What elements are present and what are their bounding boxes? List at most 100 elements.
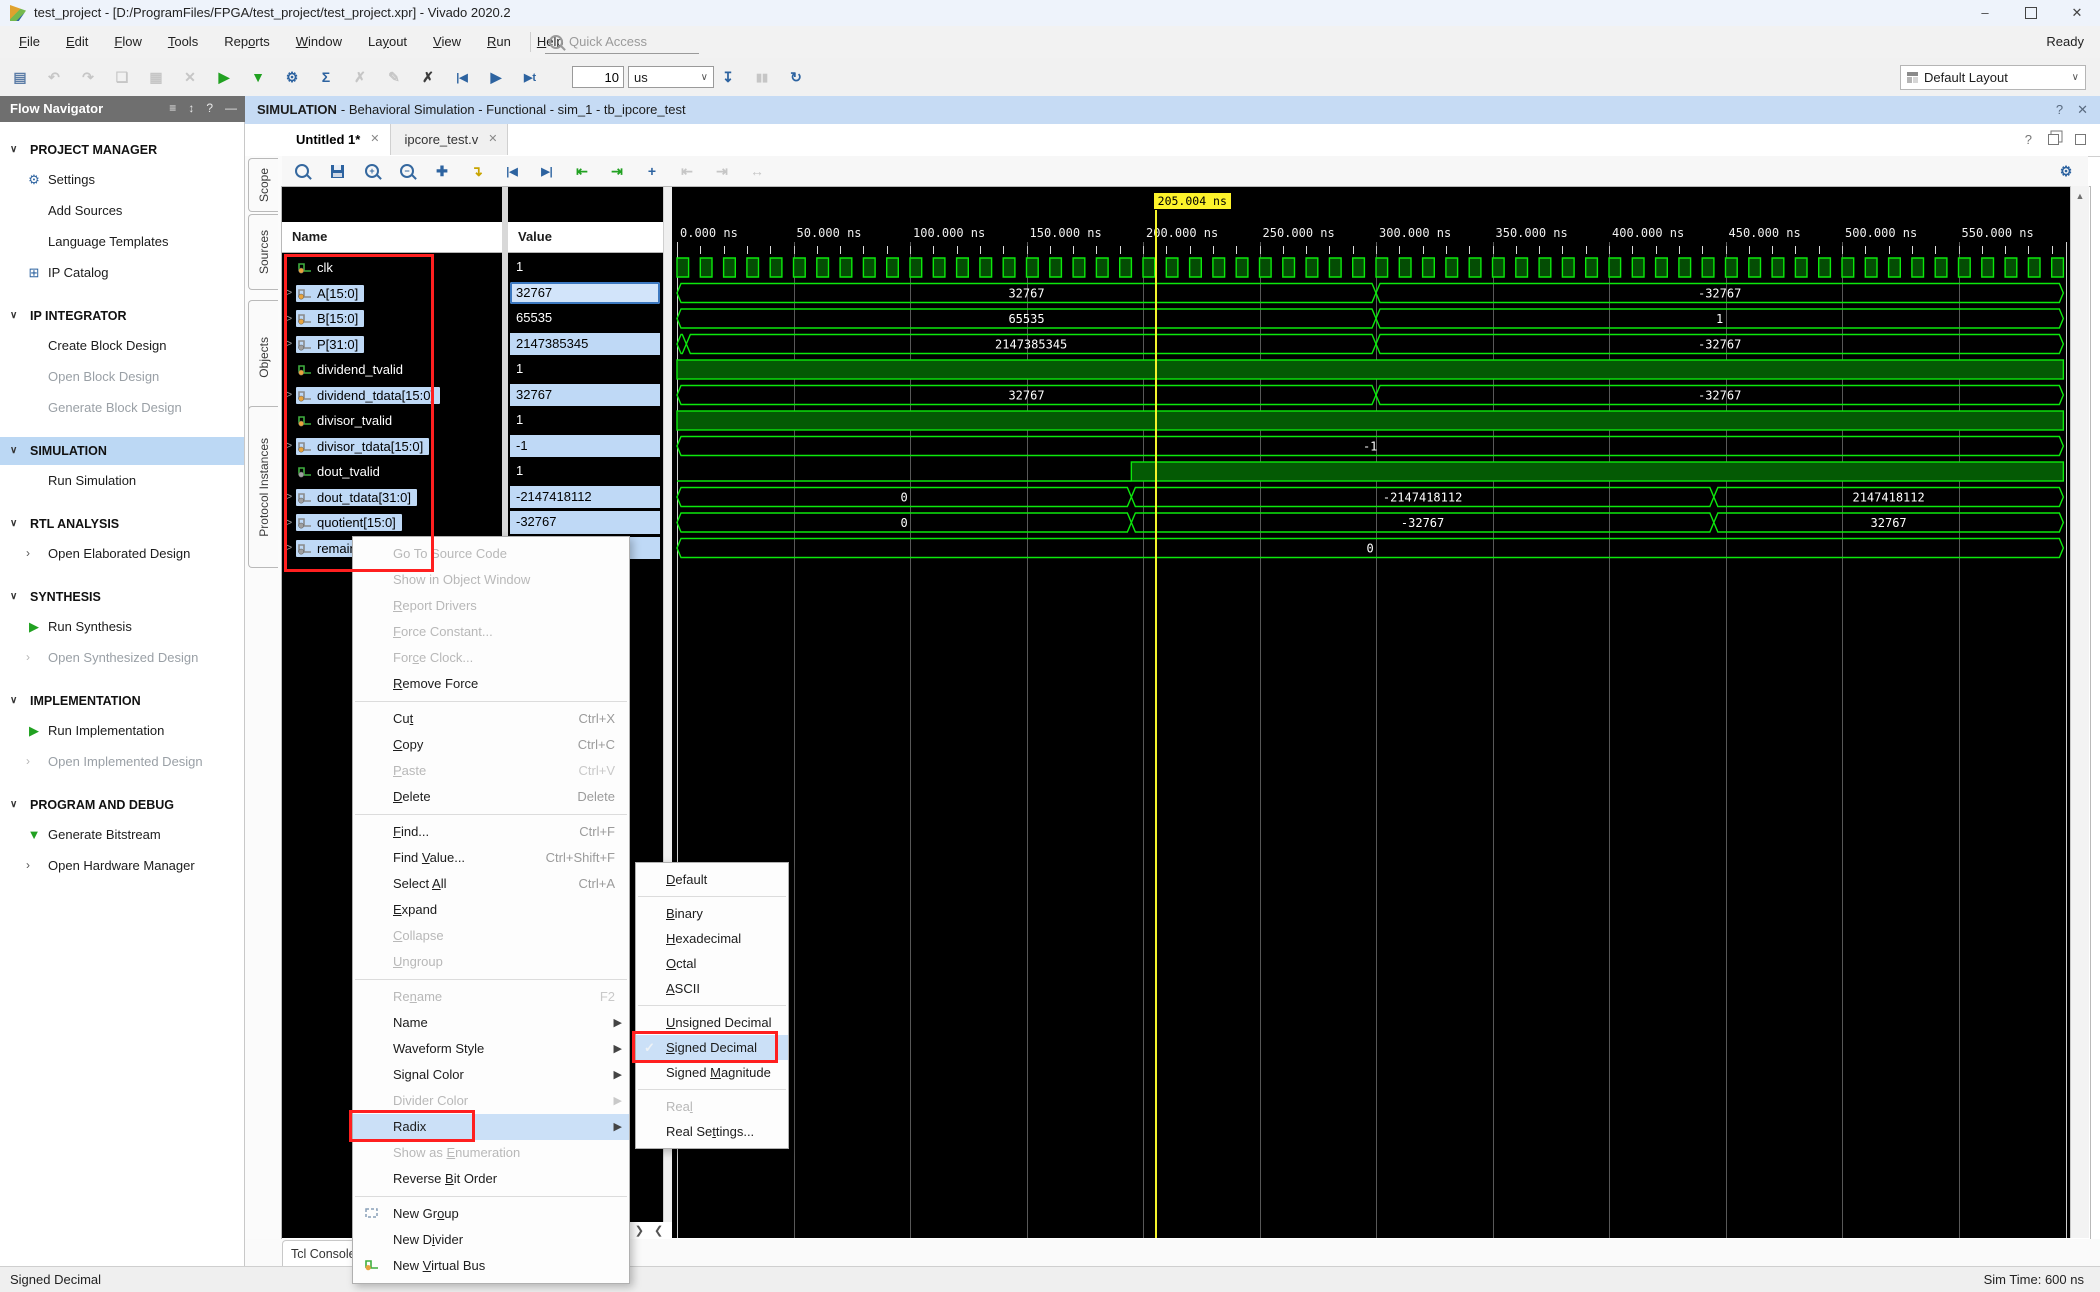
signal-row-dout-tvalid[interactable]: dout_tvalid: [282, 459, 502, 485]
menu-item-find[interactable]: Find...Ctrl+F: [353, 819, 629, 845]
side-tab-objects[interactable]: Objects: [248, 300, 278, 414]
collapse-all-icon[interactable]: ≡: [169, 101, 176, 115]
settings-gear-icon[interactable]: ⚙: [280, 65, 304, 89]
value-row-dividend-tdata-15-0[interactable]: 32767: [508, 383, 663, 409]
side-tab-scope[interactable]: Scope: [248, 158, 278, 212]
scroll-up-icon[interactable]: ▲: [2076, 191, 2085, 201]
value-row-dout-tdata-31-0[interactable]: -2147418112: [508, 485, 663, 511]
expand-toggle-icon[interactable]: ↕: [188, 101, 194, 115]
sidebar-item-run-synthesis[interactable]: ▶Run Synthesis: [0, 611, 244, 642]
value-row-divisor-tdata-15-0[interactable]: -1: [508, 434, 663, 460]
maximize-panel-icon[interactable]: [2075, 134, 2086, 145]
step-icon[interactable]: ↧: [716, 65, 740, 89]
report-sigma-icon[interactable]: Σ: [314, 65, 338, 89]
value-row-clk[interactable]: 1: [508, 255, 663, 281]
value-row-a-15-0[interactable]: 32767: [508, 281, 663, 307]
expand-chevron-icon[interactable]: >: [282, 287, 296, 299]
menu-window[interactable]: Window: [283, 26, 355, 58]
radix-option-binary[interactable]: Binary: [636, 901, 788, 926]
flow-section-synthesis[interactable]: ∨SYNTHESIS: [0, 583, 244, 611]
minimize-button[interactable]: –: [1962, 0, 2008, 26]
add-marker-icon[interactable]: +: [640, 159, 664, 183]
flow-section-project-manager[interactable]: ∨PROJECT MANAGER: [0, 136, 244, 164]
float-window-icon[interactable]: [2048, 134, 2059, 145]
menu-item-new-group[interactable]: New Group: [353, 1201, 629, 1227]
menu-item-signal-color[interactable]: Signal Color▶: [353, 1062, 629, 1088]
menu-item-copy[interactable]: CopyCtrl+C: [353, 732, 629, 758]
previous-transition-icon[interactable]: ⇤: [570, 159, 594, 183]
abort-icon[interactable]: ✗: [416, 65, 440, 89]
signal-row-clk[interactable]: clk: [282, 255, 502, 281]
menu-item-radix[interactable]: Radix▶: [353, 1114, 629, 1140]
run-icon[interactable]: ▶: [212, 65, 236, 89]
name-column-header[interactable]: Name: [282, 222, 502, 253]
panel-help-icon[interactable]: ?: [2025, 132, 2032, 147]
generate-bitstream-icon[interactable]: ▼: [246, 65, 270, 89]
expand-chevron-icon[interactable]: >: [282, 313, 296, 325]
sidebar-item-add-sources[interactable]: Add Sources: [0, 195, 244, 226]
expand-chevron-icon[interactable]: >: [282, 389, 296, 401]
vertical-scrollbar[interactable]: ▲: [2070, 186, 2089, 1238]
signal-row-b-15-0[interactable]: >B[15:0]: [282, 306, 502, 332]
menu-item-cut[interactable]: CutCtrl+X: [353, 706, 629, 732]
menu-item-find-value[interactable]: Find Value...Ctrl+Shift+F: [353, 845, 629, 871]
maximize-button[interactable]: [2008, 0, 2054, 26]
menu-file[interactable]: File: [6, 26, 53, 58]
sidebar-item-run-implementation[interactable]: ▶Run Implementation: [0, 715, 244, 746]
radix-option-octal[interactable]: Octal: [636, 951, 788, 976]
run-for-time-icon[interactable]: ▶t: [518, 65, 542, 89]
banner-close-icon[interactable]: ✕: [2077, 96, 2088, 124]
radix-option-signed-magnitude[interactable]: Signed Magnitude: [636, 1060, 788, 1085]
flow-section-rtl-analysis[interactable]: ∨RTL ANALYSIS: [0, 510, 244, 538]
side-tab-sources[interactable]: Sources: [248, 214, 278, 290]
menu-edit[interactable]: Edit: [53, 26, 101, 58]
menu-item-select-all[interactable]: Select AllCtrl+A: [353, 871, 629, 897]
radix-option-real-settings[interactable]: Real Settings...: [636, 1119, 788, 1144]
zoom-to-cursor-icon[interactable]: ↴: [465, 159, 489, 183]
signal-row-a-15-0[interactable]: >A[15:0]: [282, 281, 502, 307]
menu-item-reverse-bit-order[interactable]: Reverse Bit Order: [353, 1166, 629, 1192]
help-icon[interactable]: ?: [206, 101, 213, 115]
signal-row-dout-tdata-31-0[interactable]: >dout_tdata[31:0]: [282, 485, 502, 511]
menu-flow[interactable]: Flow: [101, 26, 154, 58]
expand-chevron-icon[interactable]: >: [282, 440, 296, 452]
wave-settings-gear-icon[interactable]: ⚙: [2054, 159, 2078, 183]
menu-item-expand[interactable]: Expand: [353, 897, 629, 923]
sidebar-item-create-block-design[interactable]: Create Block Design: [0, 330, 244, 361]
value-row-quotient-15-0[interactable]: -32767: [508, 510, 663, 536]
layout-select[interactable]: Default Layout ∨: [1900, 65, 2086, 90]
zoom-out-icon[interactable]: −: [395, 159, 419, 183]
flow-section-implementation[interactable]: ∨IMPLEMENTATION: [0, 687, 244, 715]
tab-ipcore-test-v[interactable]: ipcore_test.v✕: [391, 124, 509, 155]
expand-chevron-icon[interactable]: >: [282, 491, 296, 503]
restart-simulation-icon[interactable]: |◀: [450, 65, 474, 89]
signal-row-divisor-tvalid[interactable]: divisor_tvalid: [282, 408, 502, 434]
side-tab-protocol-instances[interactable]: Protocol Instances: [248, 406, 278, 568]
signal-row-quotient-15-0[interactable]: >quotient[15:0]: [282, 510, 502, 536]
tab-untitled-1[interactable]: Untitled 1*✕: [282, 124, 391, 155]
expand-chevron-icon[interactable]: >: [282, 542, 296, 554]
flow-section-simulation[interactable]: ∨SIMULATION: [0, 437, 244, 465]
menu-item-name[interactable]: Name▶: [353, 1010, 629, 1036]
flow-section-ip-integrator[interactable]: ∨IP INTEGRATOR: [0, 302, 244, 330]
sidebar-item-open-elaborated-design[interactable]: ›Open Elaborated Design: [0, 538, 244, 569]
quick-access-search[interactable]: Quick Access: [545, 30, 699, 54]
value-row-dout-tvalid[interactable]: 1: [508, 459, 663, 485]
radix-option-hexadecimal[interactable]: Hexadecimal: [636, 926, 788, 951]
zoom-fit-icon[interactable]: ✚: [430, 159, 454, 183]
time-cursor-line[interactable]: [1155, 210, 1157, 1238]
sidebar-item-run-simulation[interactable]: Run Simulation: [0, 465, 244, 496]
menu-run[interactable]: Run: [474, 26, 524, 58]
menu-layout[interactable]: Layout: [355, 26, 420, 58]
close-button[interactable]: ✕: [2054, 0, 2100, 26]
chevron-left-icon[interactable]: ❮: [654, 1224, 663, 1237]
menu-tools[interactable]: Tools: [155, 26, 211, 58]
value-row-dividend-tvalid[interactable]: 1: [508, 357, 663, 383]
expand-chevron-icon[interactable]: >: [282, 517, 296, 529]
expand-chevron-icon[interactable]: >: [282, 338, 296, 350]
run-all-icon[interactable]: ▶: [484, 65, 508, 89]
find-icon[interactable]: [290, 159, 314, 183]
zoom-in-icon[interactable]: +: [360, 159, 384, 183]
sim-run-time-input[interactable]: [572, 66, 624, 88]
chevron-right-icon[interactable]: ❯: [635, 1224, 644, 1237]
